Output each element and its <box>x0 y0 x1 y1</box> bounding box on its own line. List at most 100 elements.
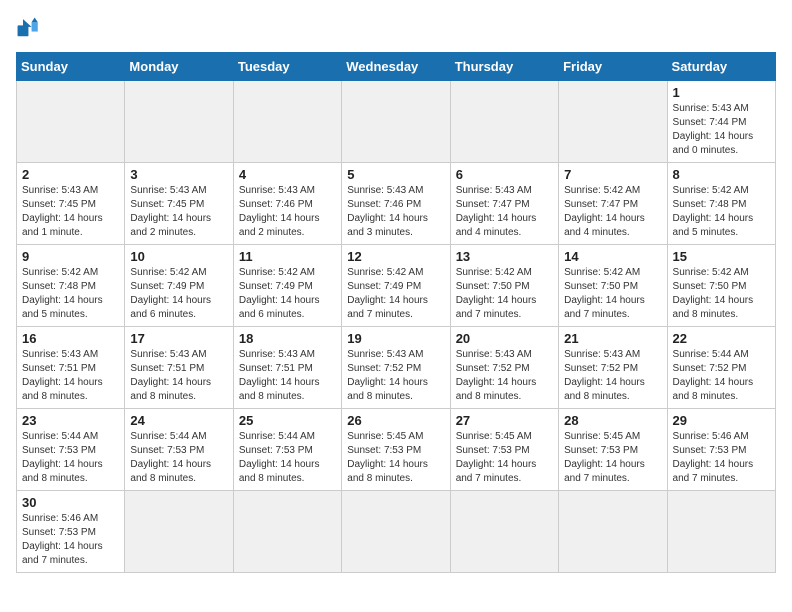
calendar-week-6: 30Sunrise: 5:46 AMSunset: 7:53 PMDayligh… <box>17 491 776 573</box>
day-number: 9 <box>22 249 119 264</box>
calendar-cell <box>125 81 233 163</box>
day-info: Sunrise: 5:42 AMSunset: 7:50 PMDaylight:… <box>564 266 661 322</box>
day-info: Sunrise: 5:43 AMSunset: 7:51 PMDaylight:… <box>130 348 227 404</box>
calendar-week-4: 16 Sunrise: 5:43 AMSunset: 7:51 PMDayligh… <box>17 327 776 409</box>
day-number: 1 <box>673 85 770 100</box>
calendar-cell <box>233 81 341 163</box>
day-info: Sunrise: 5:43 AMSunset: 7:46 PMDaylight:… <box>347 184 444 240</box>
calendar-week-5: 23 Sunrise: 5:44 AMSunset: 7:53 PMDayligh… <box>17 409 776 491</box>
calendar-cell: 7 Sunrise: 5:42 AMSunset: 7:47 PMDaylight… <box>559 163 667 245</box>
calendar-cell: 13Sunrise: 5:42 AMSunset: 7:50 PMDayligh… <box>450 245 558 327</box>
day-info: Sunrise: 5:43 AMSunset: 7:51 PMDaylight:… <box>22 348 119 404</box>
day-info: Sunrise: 5:42 AMSunset: 7:49 PMDaylight:… <box>130 266 227 322</box>
day-info: Sunrise: 5:46 AMSunset: 7:53 PMDaylight:… <box>22 512 119 568</box>
day-number: 21 <box>564 331 661 346</box>
day-info: Sunrise: 5:43 AMSunset: 7:52 PMDaylight:… <box>347 348 444 404</box>
calendar-cell <box>342 81 450 163</box>
day-number: 22 <box>673 331 770 346</box>
weekday-header-wednesday: Wednesday <box>342 53 450 81</box>
calendar-cell: 3Sunrise: 5:43 AMSunset: 7:45 PMDaylight… <box>125 163 233 245</box>
calendar-cell <box>450 491 558 573</box>
calendar-cell: 21Sunrise: 5:43 AMSunset: 7:52 PMDayligh… <box>559 327 667 409</box>
day-number: 11 <box>239 249 336 264</box>
day-info: Sunrise: 5:42 AMSunset: 7:48 PMDaylight:… <box>22 266 119 322</box>
calendar-cell: 5Sunrise: 5:43 AMSunset: 7:46 PMDaylight… <box>342 163 450 245</box>
calendar-cell: 19Sunrise: 5:43 AMSunset: 7:52 PMDayligh… <box>342 327 450 409</box>
day-number: 20 <box>456 331 553 346</box>
day-info: Sunrise: 5:44 AMSunset: 7:52 PMDaylight:… <box>673 348 770 404</box>
calendar-cell: 25 Sunrise: 5:44 AMSunset: 7:53 PMDayligh… <box>233 409 341 491</box>
day-number: 3 <box>130 167 227 182</box>
day-number: 2 <box>22 167 119 182</box>
day-info: Sunrise: 5:45 AMSunset: 7:53 PMDaylight:… <box>347 430 444 486</box>
day-info: Sunrise: 5:43 AMSunset: 7:44 PMDaylight:… <box>673 102 770 158</box>
calendar-cell <box>233 491 341 573</box>
day-number: 25 <box>239 413 336 428</box>
page-header <box>16 16 776 44</box>
day-number: 14 <box>564 249 661 264</box>
calendar-cell: 29 Sunrise: 5:46 AMSunset: 7:53 PMDayligh… <box>667 409 775 491</box>
day-number: 6 <box>456 167 553 182</box>
calendar-cell: 15 Sunrise: 5:42 AMSunset: 7:50 PMDayligh… <box>667 245 775 327</box>
day-number: 4 <box>239 167 336 182</box>
calendar-cell: 8 Sunrise: 5:42 AMSunset: 7:48 PMDaylight… <box>667 163 775 245</box>
day-number: 26 <box>347 413 444 428</box>
day-number: 23 <box>22 413 119 428</box>
day-info: Sunrise: 5:44 AMSunset: 7:53 PMDaylight:… <box>239 430 336 486</box>
calendar-cell: 11 Sunrise: 5:42 AMSunset: 7:49 PMDayligh… <box>233 245 341 327</box>
day-info: Sunrise: 5:46 AMSunset: 7:53 PMDaylight:… <box>673 430 770 486</box>
calendar-cell: 9 Sunrise: 5:42 AMSunset: 7:48 PMDaylight… <box>17 245 125 327</box>
day-number: 29 <box>673 413 770 428</box>
calendar-cell: 26 Sunrise: 5:45 AMSunset: 7:53 PMDayligh… <box>342 409 450 491</box>
day-info: Sunrise: 5:42 AMSunset: 7:50 PMDaylight:… <box>673 266 770 322</box>
weekday-header-friday: Friday <box>559 53 667 81</box>
day-info: Sunrise: 5:42 AMSunset: 7:50 PMDaylight:… <box>456 266 553 322</box>
calendar-cell: 18 Sunrise: 5:43 AMSunset: 7:51 PMDayligh… <box>233 327 341 409</box>
day-info: Sunrise: 5:45 AMSunset: 7:53 PMDaylight:… <box>564 430 661 486</box>
calendar-cell: 27Sunrise: 5:45 AMSunset: 7:53 PMDayligh… <box>450 409 558 491</box>
calendar-cell: 1 Sunrise: 5:43 AMSunset: 7:44 PMDaylight… <box>667 81 775 163</box>
day-info: Sunrise: 5:44 AMSunset: 7:53 PMDaylight:… <box>130 430 227 486</box>
calendar-cell: 10 Sunrise: 5:42 AMSunset: 7:49 PMDayligh… <box>125 245 233 327</box>
weekday-header-thursday: Thursday <box>450 53 558 81</box>
calendar-week-3: 9 Sunrise: 5:42 AMSunset: 7:48 PMDaylight… <box>17 245 776 327</box>
calendar-week-2: 2 Sunrise: 5:43 AMSunset: 7:45 PMDaylight… <box>17 163 776 245</box>
weekday-header-row: SundayMondayTuesdayWednesdayThursdayFrid… <box>17 53 776 81</box>
day-number: 12 <box>347 249 444 264</box>
calendar-cell <box>342 491 450 573</box>
logo <box>16 16 48 44</box>
day-info: Sunrise: 5:42 AMSunset: 7:49 PMDaylight:… <box>239 266 336 322</box>
day-number: 15 <box>673 249 770 264</box>
calendar-cell: 16 Sunrise: 5:43 AMSunset: 7:51 PMDayligh… <box>17 327 125 409</box>
day-info: Sunrise: 5:42 AMSunset: 7:49 PMDaylight:… <box>347 266 444 322</box>
calendar-week-1: 1 Sunrise: 5:43 AMSunset: 7:44 PMDaylight… <box>17 81 776 163</box>
calendar-cell: 12 Sunrise: 5:42 AMSunset: 7:49 PMDayligh… <box>342 245 450 327</box>
calendar-cell: 20Sunrise: 5:43 AMSunset: 7:52 PMDayligh… <box>450 327 558 409</box>
day-info: Sunrise: 5:42 AMSunset: 7:47 PMDaylight:… <box>564 184 661 240</box>
day-number: 18 <box>239 331 336 346</box>
weekday-header-saturday: Saturday <box>667 53 775 81</box>
calendar-cell <box>667 491 775 573</box>
calendar-cell <box>125 491 233 573</box>
day-info: Sunrise: 5:43 AMSunset: 7:47 PMDaylight:… <box>456 184 553 240</box>
calendar-cell: 22 Sunrise: 5:44 AMSunset: 7:52 PMDayligh… <box>667 327 775 409</box>
day-number: 17 <box>130 331 227 346</box>
calendar-cell <box>559 81 667 163</box>
calendar-cell: 6 Sunrise: 5:43 AMSunset: 7:47 PMDaylight… <box>450 163 558 245</box>
calendar-cell: 24Sunrise: 5:44 AMSunset: 7:53 PMDayligh… <box>125 409 233 491</box>
day-number: 10 <box>130 249 227 264</box>
calendar-cell <box>559 491 667 573</box>
calendar-cell: 30Sunrise: 5:46 AMSunset: 7:53 PMDayligh… <box>17 491 125 573</box>
calendar-cell <box>450 81 558 163</box>
day-info: Sunrise: 5:43 AMSunset: 7:51 PMDaylight:… <box>239 348 336 404</box>
day-info: Sunrise: 5:42 AMSunset: 7:48 PMDaylight:… <box>673 184 770 240</box>
weekday-header-tuesday: Tuesday <box>233 53 341 81</box>
weekday-header-sunday: Sunday <box>17 53 125 81</box>
day-number: 7 <box>564 167 661 182</box>
day-info: Sunrise: 5:45 AMSunset: 7:53 PMDaylight:… <box>456 430 553 486</box>
day-number: 28 <box>564 413 661 428</box>
day-number: 16 <box>22 331 119 346</box>
day-number: 8 <box>673 167 770 182</box>
day-info: Sunrise: 5:43 AMSunset: 7:46 PMDaylight:… <box>239 184 336 240</box>
day-info: Sunrise: 5:43 AMSunset: 7:45 PMDaylight:… <box>22 184 119 240</box>
